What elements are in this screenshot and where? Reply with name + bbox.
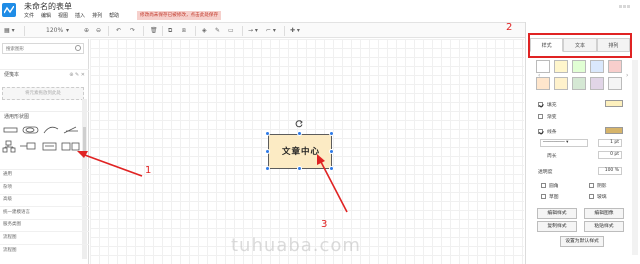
annotation-overlay <box>77 151 348 213</box>
annotation-arrow-1 <box>81 153 143 177</box>
annotation-label-1: 1 <box>145 165 152 176</box>
annotation-arrowhead-1 <box>77 151 88 158</box>
annotation-arrow-3 <box>319 159 348 213</box>
annotation-label-2: 2 <box>506 22 513 33</box>
annotation-label-3: 3 <box>321 219 328 230</box>
watermark: tuhuaba.com <box>231 235 361 256</box>
